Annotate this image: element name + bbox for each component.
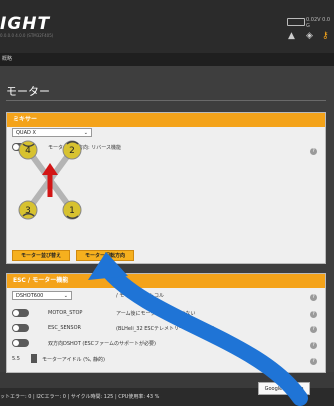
motor-label-3: 3 <box>25 206 31 216</box>
idle-label: モーターアイドル (%, 静的) <box>42 357 105 363</box>
motor-label-1: 1 <box>69 206 75 216</box>
battery-voltage: 0.02V 0.0 G <box>306 17 331 29</box>
title-divider <box>6 100 326 101</box>
idle-value[interactable]: 5.5 <box>12 356 20 362</box>
motor-label-4: 4 <box>25 146 31 156</box>
battery-icon <box>287 18 305 26</box>
esc-header: ESC / モーター機能 <box>7 274 325 288</box>
warning-icon: ▲ <box>288 31 295 41</box>
app-logo: IGHT <box>0 14 51 34</box>
wifi-icon: ◈ <box>306 31 313 41</box>
chevron-down-icon: ⌄ <box>63 293 68 299</box>
top-bar: IGHT 0.0.0.0 4.0.0 (STM32F405) 0.02V 0.0… <box>0 0 334 66</box>
esc-sensor-desc: (BLHeli_32 ESCテレメトリーを追加て使用 <box>116 326 215 332</box>
help-icon[interactable]: ? <box>310 148 317 155</box>
key-icon: ⚷ <box>322 31 329 41</box>
bidir-dshot-desc: 双方向DSHOT (ESCファームのサポートが必要) <box>48 341 156 347</box>
page-title: モーター <box>6 85 50 98</box>
help-icon[interactable]: ? <box>310 311 317 318</box>
motor-direction-button[interactable]: モーター回転方向 <box>76 250 134 261</box>
protocol-select[interactable]: DSHOT600 ⌄ <box>12 291 72 300</box>
motor-stop-toggle[interactable] <box>12 309 29 317</box>
help-icon[interactable]: ? <box>310 342 317 349</box>
esc-sensor-toggle[interactable] <box>12 324 29 332</box>
motor-diagram: 4 2 3 1 <box>18 140 82 220</box>
breadcrumb[interactable]: 概略 <box>0 53 334 66</box>
protocol-value: DSHOT600 <box>16 293 44 299</box>
motor-stop-label: MOTOR_STOP <box>48 310 83 316</box>
firmware-version: 0.0.0.0 4.0.0 (STM32F405) <box>0 33 54 38</box>
bidir-dshot-toggle[interactable] <box>12 339 29 347</box>
help-icon[interactable]: ? <box>310 358 317 365</box>
esc-sensor-label: ESC_SENSOR <box>48 325 81 331</box>
motor-stop-desc: アーム後にモーターを回転させない <box>116 311 196 317</box>
protocol-label: / モータープロトコル <box>116 293 164 299</box>
help-icon[interactable]: ? <box>310 294 317 301</box>
mixer-header: ミキサー <box>7 113 325 127</box>
help-icon[interactable]: ? <box>310 326 317 333</box>
motor-label-2: 2 <box>69 146 75 156</box>
idle-stepper[interactable] <box>31 354 37 363</box>
chrome-tooltip: Google Chrome <box>258 382 310 395</box>
motor-order-button[interactable]: モーター並び替え <box>12 250 70 261</box>
